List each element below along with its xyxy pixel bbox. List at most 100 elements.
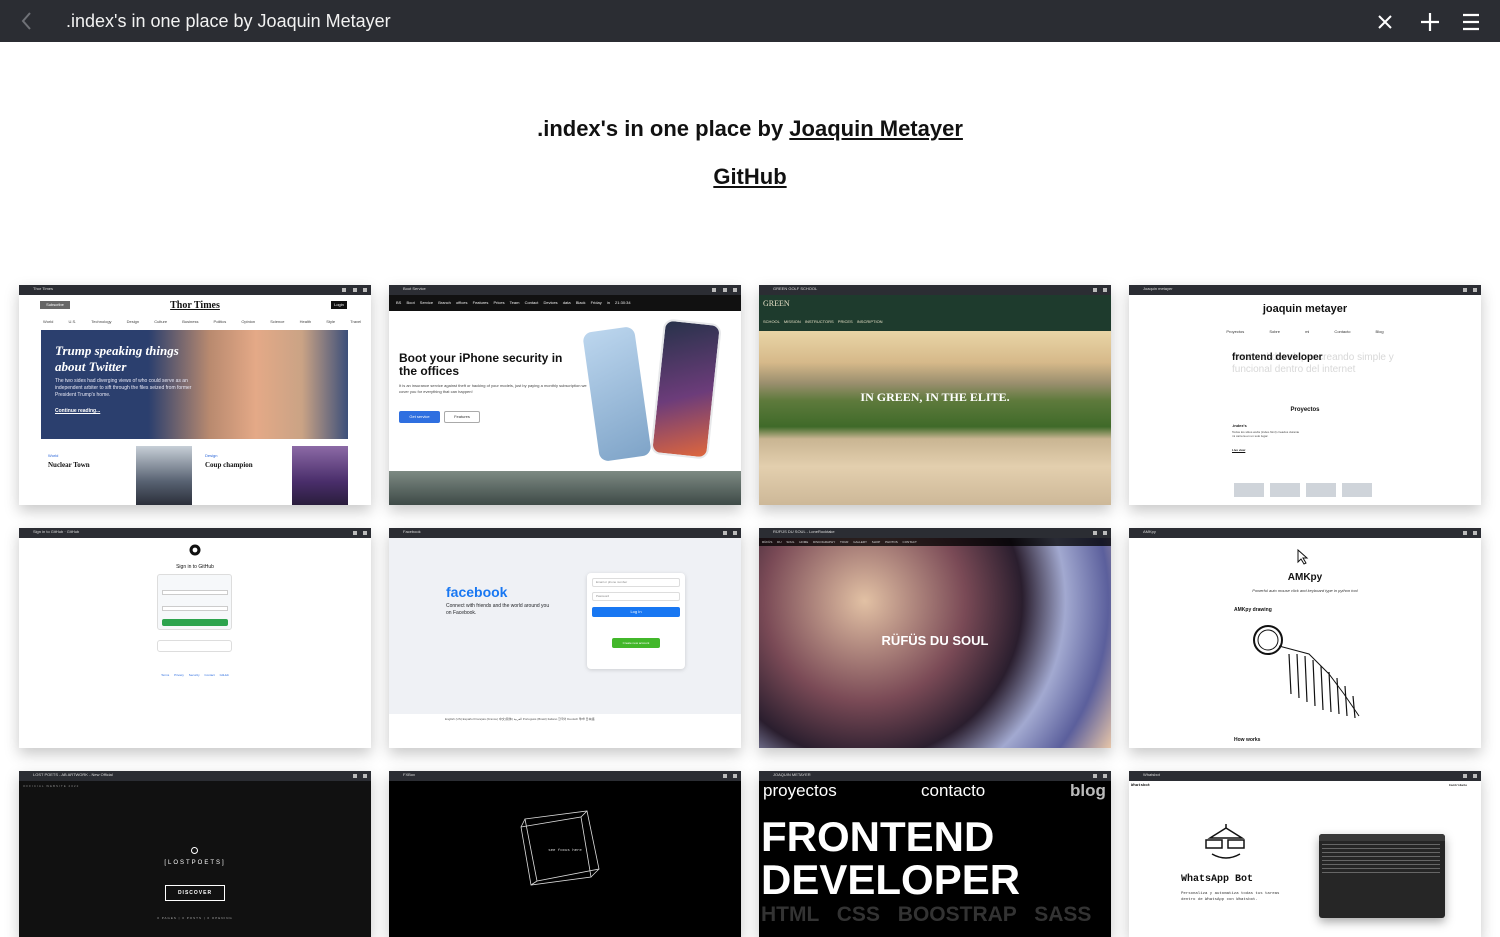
dot-icon (1093, 531, 1097, 535)
login-button: Login (331, 301, 347, 309)
dot-icon (1473, 288, 1477, 292)
site-name: joaquin metayer (1262, 303, 1348, 315)
thumbnail-window-title: FXBox (403, 772, 416, 777)
site-header (759, 295, 1111, 331)
thumbnail-titlebar: LOST POETS - AB ARTWORK - New Official (19, 771, 371, 781)
project-description: Todos los sitios webs (index.html) cread… (1232, 430, 1300, 438)
thumbnail-github-signin[interactable]: Sign in to GitHub · GitHub Sign in to Gi… (19, 528, 371, 748)
project-name: .index's (1232, 423, 1247, 428)
drawing-label: AMKpy drawing (1234, 607, 1272, 613)
band-title: RÜFÜS DU SOUL (881, 633, 989, 648)
nav-contacto: contacto (921, 781, 986, 800)
drawing-illustration (1253, 625, 1360, 719)
story-image (136, 446, 192, 505)
thumbnail-titlebar: Joaquin metayer (1129, 285, 1481, 295)
hero-summary: It is an insurance service against theft… (399, 383, 587, 394)
thumbnail-titlebar: Sign in to GitHub · GitHub (19, 528, 371, 538)
password-field (162, 606, 228, 611)
golf-course-image (759, 331, 1111, 505)
get-service-button: Get service (399, 411, 440, 423)
thumbnail-lost-poets[interactable]: LOST POETS - AB ARTWORK - New Official O… (19, 771, 371, 937)
dot-icon (723, 774, 727, 778)
cursor-icon (1297, 548, 1309, 565)
window-title: .index's in one place by Joaquin Metayer (66, 11, 391, 31)
story-tag: Design (205, 453, 218, 458)
site-nav-text: RÜFÜS DU SOUL HOME DISCOGRAPHY TOUR GALL… (762, 540, 917, 544)
brand: [LOSTPOETS] (164, 860, 226, 866)
github-link[interactable]: GitHub (713, 164, 786, 189)
create-account-button: Create new account (612, 638, 660, 648)
story-image (292, 446, 348, 505)
terminal-titlebar (1319, 834, 1445, 841)
title-bar: .index's in one place by Joaquin Metayer (0, 0, 1500, 42)
back-arrow-icon[interactable] (14, 8, 40, 34)
nav-blog: blog (1070, 781, 1106, 800)
thumbnail-focus-cube[interactable]: FXBox see focus here (389, 771, 741, 937)
thumbnail-titlebar: AMKpy (1129, 528, 1481, 538)
dot-icon (712, 288, 716, 292)
thumbnail-window-title: Facebook (403, 529, 421, 534)
phone-image (650, 318, 722, 460)
role-title: frontend developer (1232, 352, 1323, 363)
email-field: Email or phone number (592, 578, 680, 587)
projects-title: Proyectos (1290, 407, 1320, 413)
dot-icon (1473, 774, 1477, 778)
nav-proyectos: proyectos (763, 781, 837, 800)
dot-icon (733, 531, 737, 535)
bot-description: Personaliza y automatiza todas tus tarea… (1181, 892, 1280, 902)
thumbnail-boot-service[interactable]: Boot Service BS Boot Service Branch offi… (389, 285, 741, 505)
amkpy-subtitle: Powerful auto mouse click and keyboard t… (1252, 588, 1358, 593)
thumbnail-titlebar: RÜFÜS DU SOUL - LoneRocktake (759, 528, 1111, 538)
site-logo: GREEN (763, 299, 790, 308)
thumbnail-joaquin-metayer[interactable]: Joaquin metayer joaquin metayer Proyecto… (1129, 285, 1481, 505)
dot-icon (363, 531, 367, 535)
site-nav: SCHOOL MISSION INSTRUCTORS PRICES INSCRI… (763, 319, 883, 324)
circle-icon (191, 847, 198, 854)
hero-headline: Trump speaking things about Twitter (55, 343, 179, 374)
github-heading: GitHub (0, 164, 1500, 190)
hero-summary: The two sides had diverging views of who… (55, 378, 192, 398)
create-account-box (157, 640, 232, 652)
language-list: English (US) Español Français (France) 中… (445, 717, 595, 721)
thumbnail-frontend-developer[interactable]: JOAQUIN METAYER proyectos contacto blog … (759, 771, 1111, 937)
thumbnail-titlebar: Facebook (389, 528, 741, 538)
thumbnail-titlebar: Thor Times (19, 285, 371, 295)
contribute-link: Contribute (1449, 784, 1468, 787)
thumbnail-window-title: RÜFÜS DU SOUL - LoneRocktake (773, 529, 835, 534)
thumbnail-window-title: JOAQUIN METAYER (773, 772, 811, 777)
dot-icon (1093, 774, 1097, 778)
thumbnail-window-title: Boot Service (403, 286, 426, 291)
thumbnail-titlebar: Whatsbot (1129, 771, 1481, 781)
thumbnail-window-title: Joaquin metayer (1143, 286, 1173, 291)
focus-text: see focus here (548, 849, 582, 853)
dot-icon (723, 288, 727, 292)
story-title: Nuclear Town (48, 461, 90, 469)
tagline: Connect with friends and the world aroun… (446, 603, 550, 616)
thumbnail-titlebar: GREEN GOLF SCHOOL (759, 285, 1111, 295)
thumbnail-whatsapp-bot[interactable]: Whatsbot Whatsbot Contribute WhatsApp Bo… (1129, 771, 1481, 937)
thumbnail-green-golf[interactable]: GREEN GOLF SCHOOL GREEN SCHOOL MISSION I… (759, 285, 1111, 505)
thumbnail-titlebar: FXBox (389, 771, 741, 781)
section-nav: World U.S. Technology Design Culture Bus… (43, 319, 362, 324)
thumbnail-window-title: Thor Times (33, 286, 54, 291)
thumbnail-amkpy[interactable]: AMKpy AMKpy Powerful auto mouse click an… (1129, 528, 1481, 748)
thumbnail-window-title: GREEN GOLF SCHOOL (773, 286, 818, 291)
thumbnail-thor-times[interactable]: Thor Times Subscribe Thor Times Login Wo… (19, 285, 371, 505)
dot-icon (1473, 531, 1477, 535)
dot-icon (1463, 774, 1467, 778)
thumbnail-titlebar: JOAQUIN METAYER (759, 771, 1111, 781)
thumbnail-rufus-du-sol[interactable]: RÜFÜS DU SOUL - LoneRocktake RÜFÜS DU SO… (759, 528, 1111, 748)
author-link[interactable]: Joaquin Metayer (789, 116, 963, 141)
background-image (389, 471, 741, 505)
site-nav-text: BS Boot Service Branch offices Features … (396, 300, 631, 305)
live-view-link: Live view (1232, 448, 1246, 452)
features-button: Features (444, 411, 480, 423)
dot-icon (733, 288, 737, 292)
close-icon[interactable] (1371, 8, 1399, 36)
plus-icon[interactable] (1416, 8, 1444, 36)
dot-icon (363, 774, 367, 778)
thumbnail-facebook[interactable]: Facebook facebook Connect with friends a… (389, 528, 741, 748)
amkpy-title: AMKpy (1287, 572, 1323, 583)
dot-icon (353, 288, 357, 292)
hamburger-menu-icon[interactable] (1457, 8, 1485, 36)
